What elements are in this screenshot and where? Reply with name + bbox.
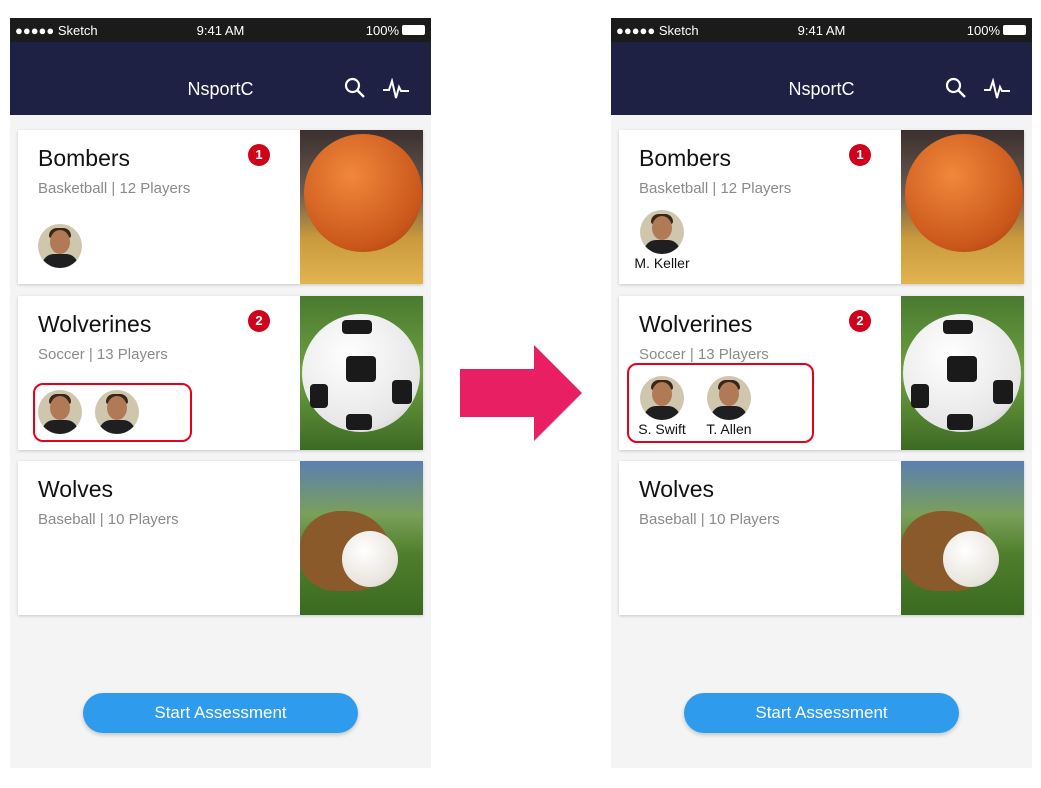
team-card[interactable]: Wolverines Soccer | 13 Players 2 [18,296,423,450]
field-background [300,461,423,615]
court-background [300,130,423,284]
avatar-shirt [42,254,78,268]
battery-percent: 100% [365,23,399,38]
notification-badge: 2 [248,310,270,332]
team-subtitle: Soccer | 13 Players [639,346,769,363]
baseball-glove-image [901,461,1024,615]
team-name: Bombers [639,145,732,171]
battery-percent: 100% [966,23,1000,38]
ball-panel [342,320,372,334]
player-name: M. Keller [634,255,690,271]
status-bar: ●●●●● Sketch 9:41 AM 100% [611,18,1032,42]
team-name: Wolves [639,476,714,502]
avatar-shirt [99,420,135,434]
ball-panel [947,356,977,382]
basketball [905,134,1023,252]
grass-background [300,296,423,450]
team-subtitle: Soccer | 13 Players [38,346,168,363]
player-avatar[interactable] [95,390,139,434]
nav-bar: NsportC [611,42,1032,115]
court-background [901,130,1024,284]
notification-badge: 2 [849,310,871,332]
player-avatar[interactable] [640,376,684,420]
battery-icon [402,25,425,35]
team-subtitle: Baseball | 10 Players [38,511,179,528]
notification-badge: 1 [248,144,270,166]
search-icon[interactable] [344,77,366,104]
avatar-shirt [644,240,680,254]
avatar-shirt [711,406,747,420]
team-card[interactable]: Wolves Baseball | 10 Players [18,461,423,615]
team-card[interactable]: Wolves Baseball | 10 Players [619,461,1024,615]
team-card[interactable]: Bombers Basketball | 12 Players 1 [18,130,423,284]
basketball-image [300,130,423,284]
avatar-face [107,396,127,420]
transition-arrow-icon [460,345,582,441]
notification-badge: 1 [849,144,871,166]
player-avatar[interactable] [38,224,82,268]
ball-panel [993,380,1013,404]
activity-pulse-icon[interactable] [983,77,1011,105]
soccer-ball [903,314,1021,432]
avatar-face [652,382,672,406]
ball-panel [346,356,376,382]
avatar-face [50,396,70,420]
avatar-face [652,216,672,240]
baseball [342,531,398,587]
avatar-face [719,382,739,406]
grass-background [901,296,1024,450]
basketball [304,134,422,252]
ball-panel [911,384,929,408]
player-name: T. Allen [706,421,752,437]
status-bar: ●●●●● Sketch 9:41 AM 100% [10,18,431,42]
phone-screen-after: ●●●●● Sketch 9:41 AM 100% NsportC Bombers Bas… [611,18,1032,768]
team-name: Wolves [38,476,113,502]
team-card[interactable]: Wolverines Soccer | 13 Players 2 S. Swift T.… [619,296,1024,450]
start-assessment-button[interactable]: Start Assessment [684,693,959,733]
search-icon[interactable] [945,77,967,104]
team-name: Wolverines [639,311,753,337]
battery-icon [1003,25,1026,35]
team-subtitle: Basketball | 12 Players [639,180,792,197]
soccer-ball-image [300,296,423,450]
avatar-face [50,230,70,254]
ball-panel [346,414,372,430]
player-avatar[interactable] [38,390,82,434]
field-background [901,461,1024,615]
phone-screen-before: ●●●●● Sketch 9:41 AM 100% NsportC Bombers Bas… [10,18,431,768]
ball-panel [310,384,328,408]
app-title: NsportC [187,79,254,99]
player-avatar[interactable] [640,210,684,254]
soccer-ball [302,314,420,432]
ball-panel [947,414,973,430]
player-avatar[interactable] [707,376,751,420]
baseball [943,531,999,587]
start-assessment-button[interactable]: Start Assessment [83,693,358,733]
app-title: NsportC [788,79,855,99]
team-card[interactable]: Bombers Basketball | 12 Players 1 M. Keller [619,130,1024,284]
baseball-glove-image [300,461,423,615]
team-name: Wolverines [38,311,152,337]
team-subtitle: Baseball | 10 Players [639,511,780,528]
player-name: S. Swift [638,421,686,437]
avatar-shirt [644,406,680,420]
ball-panel [943,320,973,334]
activity-pulse-icon[interactable] [382,77,410,105]
soccer-ball-image [901,296,1024,450]
avatar-shirt [42,420,78,434]
basketball-image [901,130,1024,284]
ball-panel [392,380,412,404]
team-subtitle: Basketball | 12 Players [38,180,191,197]
team-name: Bombers [38,145,131,171]
nav-bar: NsportC [10,42,431,115]
